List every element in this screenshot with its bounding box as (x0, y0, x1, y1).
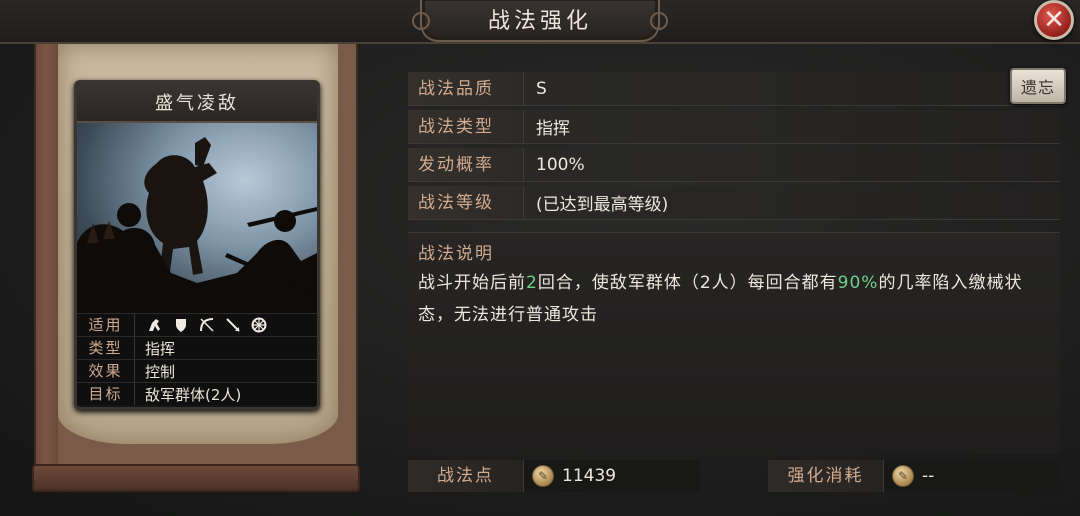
description-part: 战斗开始后前 (418, 273, 526, 293)
card-title: 盛气凌敌 (155, 93, 239, 114)
tactic-points-bar: 战法点 ✎ 11439 (408, 460, 700, 492)
unit-type-icons (135, 317, 267, 333)
card-attribute-rows: 适用 类型 指挥 效果 控制 目标 敌军群体(2人) (77, 313, 317, 405)
shield-icon (173, 317, 189, 333)
card-row-label: 适用 (77, 314, 135, 336)
description-title: 战法说明 (418, 244, 494, 264)
card-row-target: 目标 敌军群体(2人) (77, 382, 317, 405)
description-highlight-chance: 90% (837, 273, 879, 293)
card-row-type: 类型 指挥 (77, 336, 317, 359)
info-value: S (536, 78, 547, 99)
card-row-value: 敌军群体(2人) (145, 385, 242, 404)
info-label: 战法类型 (408, 110, 524, 143)
description-part: 回合，使敌军群体（2人）每回合都有 (537, 273, 838, 293)
card-row-fit: 适用 (77, 313, 317, 336)
card-artwork (77, 123, 317, 313)
tactic-points-label: 战法点 (408, 460, 524, 492)
close-icon: ✕ (1043, 5, 1065, 35)
info-value: 100% (536, 154, 585, 175)
card-row-label: 类型 (77, 337, 135, 359)
cavalry-silhouette-art (77, 137, 317, 313)
info-row-level: 战法等级 (已达到最高等级) (408, 186, 1060, 220)
info-label: 战法品质 (408, 72, 524, 105)
info-row-type: 战法类型 指挥 (408, 110, 1060, 144)
upgrade-cost-value: -- (922, 466, 935, 486)
title-plate: 战法强化 (412, 0, 668, 42)
upgrade-cost-label: 强化消耗 (768, 460, 884, 492)
tactic-point-coin-icon: ✎ (532, 465, 554, 487)
card-row-value: 指挥 (145, 339, 176, 358)
spear-icon (225, 317, 241, 333)
close-button[interactable]: ✕ (1034, 0, 1074, 40)
info-row-quality: 战法品质 S (408, 72, 1060, 106)
page-title: 战法强化 (487, 9, 592, 34)
tactic-card[interactable]: 盛气凌敌 适用 类型 指挥 效果 控制 目标 敌军群体(2人) (74, 80, 320, 410)
bow-icon (199, 317, 215, 333)
card-title-bar: 盛气凌敌 (77, 83, 317, 123)
description-highlight-rounds: 2 (526, 273, 538, 293)
info-value: (已达到最高等级) (536, 195, 669, 215)
info-value: 指挥 (536, 119, 570, 139)
info-row-probability: 发动概率 100% (408, 148, 1060, 182)
card-row-effect: 效果 控制 (77, 359, 317, 382)
card-row-label: 目标 (77, 383, 135, 405)
description-panel: 战法说明 战斗开始后前2回合，使敌军群体（2人）每回合都有90%的几率陷入缴械状… (408, 232, 1060, 454)
description-text: 战斗开始后前2回合，使敌军群体（2人）每回合都有90%的几率陷入缴械状态，无法进… (418, 267, 1054, 331)
info-label: 发动概率 (408, 148, 524, 181)
wheel-icon (251, 317, 267, 333)
forget-button[interactable]: 遗忘 (1010, 68, 1066, 104)
card-row-value: 控制 (145, 362, 176, 381)
tactic-points-value: 11439 (562, 466, 617, 486)
upgrade-cost-bar: 强化消耗 ✎ -- (768, 460, 1060, 492)
horse-icon (147, 317, 163, 333)
cost-coin-icon: ✎ (892, 465, 914, 487)
scroll-base (32, 464, 360, 492)
card-row-label: 效果 (77, 360, 135, 382)
info-label: 战法等级 (408, 186, 524, 219)
